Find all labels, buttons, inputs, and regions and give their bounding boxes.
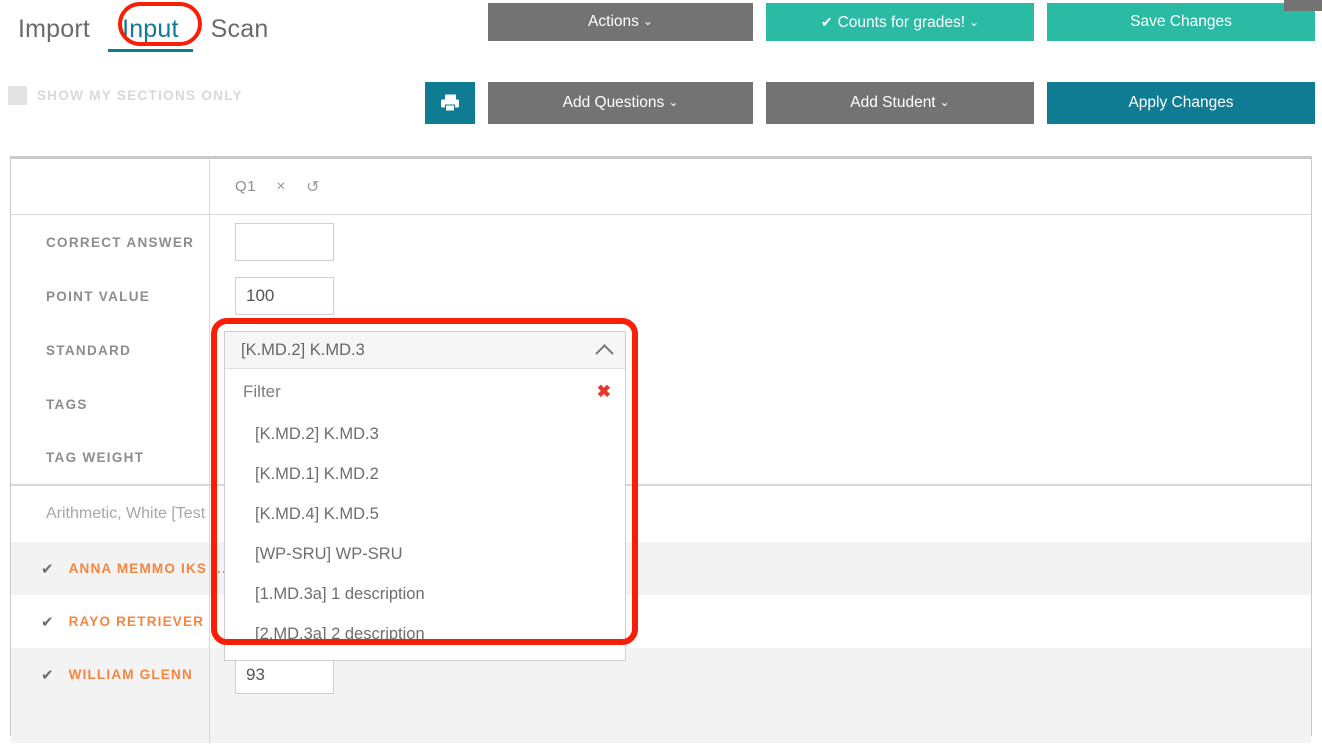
- top-action-buttons: Actions ⌄ ✔ Counts for grades! ⌄ Save Chang…: [488, 3, 1315, 41]
- clear-filter-icon[interactable]: ✖: [597, 382, 611, 402]
- question-column-header: Q1 × ↺: [210, 159, 1311, 214]
- actions-button-label: Actions: [588, 13, 639, 30]
- secondary-toolbar: SHOW MY SECTIONS ONLY Add Questions ⌄ Add…: [0, 58, 1322, 140]
- grid-header-label-cell: [11, 159, 210, 214]
- dropdown-option[interactable]: [1.MD.3a] 1 description: [225, 574, 625, 614]
- show-my-sections-only-label: SHOW MY SECTIONS ONLY: [37, 88, 243, 103]
- table-row[interactable]: ✔ ANNA MEMMO IKS ...: [11, 542, 1311, 595]
- filter-input[interactable]: [241, 380, 587, 403]
- correct-answer-label-cell: CORRECT ANSWER: [11, 215, 210, 269]
- row-point-value: POINT VALUE: [11, 269, 1311, 323]
- student-name-cell: ✔ ANNA MEMMO IKS ...: [11, 542, 226, 595]
- standard-dropdown-options: [K.MD.2] K.MD.3 [K.MD.1] K.MD.2 [K.MD.4]…: [225, 414, 625, 660]
- section-row: Arithmetic, White [Test Section: [11, 485, 1311, 542]
- grid-footer-value-cell: [210, 701, 1311, 743]
- checkbox-icon[interactable]: [8, 86, 27, 105]
- chevron-up-icon[interactable]: [595, 343, 614, 363]
- add-questions-button[interactable]: Add Questions ⌄: [488, 82, 753, 124]
- tags-label-cell: TAGS: [11, 377, 210, 431]
- point-value-value-cell: [210, 269, 1311, 323]
- top-navigation-bar: Import Input Scan Actions ⌄ ✔ Counts for g…: [0, 0, 1322, 68]
- check-icon: ✔: [820, 14, 833, 30]
- student-name-cell: ✔ RAYO RETRIEVER: [11, 595, 210, 648]
- section-label-cell: Arithmetic, White [Test Section: [11, 486, 210, 542]
- correct-answer-input[interactable]: [235, 223, 334, 261]
- grid-footer-spacer: [11, 701, 1311, 743]
- row-tag-weight: TAG WEIGHT: [11, 431, 1311, 485]
- show-my-sections-only-toggle[interactable]: SHOW MY SECTIONS ONLY: [8, 86, 243, 105]
- point-value-label: POINT VALUE: [46, 288, 151, 304]
- add-student-button[interactable]: Add Student ⌄: [766, 82, 1034, 124]
- check-icon: ✔: [41, 613, 54, 631]
- undo-icon[interactable]: ↺: [306, 177, 320, 197]
- chevron-down-icon: ⌄: [642, 14, 653, 28]
- standard-dropdown: [K.MD.2] K.MD.3 ✖ [K.MD.2] K.MD.3 [K.MD.…: [224, 331, 626, 661]
- student-score-input[interactable]: [235, 655, 334, 694]
- row-correct-answer: CORRECT ANSWER: [11, 215, 1311, 269]
- apply-changes-button[interactable]: Apply Changes: [1047, 82, 1315, 124]
- dropdown-option[interactable]: [K.MD.1] K.MD.2: [225, 454, 625, 494]
- standard-dropdown-selected-value: [K.MD.2] K.MD.3: [241, 340, 365, 359]
- dropdown-option[interactable]: [K.MD.4] K.MD.5: [225, 494, 625, 534]
- question-grid: Q1 × ↺ CORRECT ANSWER POINT VALUE STANDA…: [10, 156, 1312, 743]
- correct-answer-label: CORRECT ANSWER: [46, 234, 195, 250]
- dropdown-option[interactable]: [WP-SRU] WP-SRU: [225, 534, 625, 574]
- grid-header-row: Q1 × ↺: [11, 159, 1311, 215]
- dropdown-option[interactable]: [2.MD.3a] 2 description: [225, 614, 625, 654]
- grid-footer-label-cell: [11, 701, 210, 743]
- toolbar-action-buttons: Add Questions ⌄ Add Student ⌄ Apply Change…: [425, 82, 1315, 124]
- dropdown-option[interactable]: [K.MD.2] K.MD.3: [225, 414, 625, 454]
- standard-dropdown-filter-row: ✖: [225, 369, 625, 414]
- chevron-down-icon: ⌄: [969, 15, 980, 29]
- table-row[interactable]: ✔ WILLIAM GLENN: [11, 648, 1311, 701]
- tag-weight-label: TAG WEIGHT: [46, 450, 145, 465]
- student-name[interactable]: RAYO RETRIEVER: [69, 614, 205, 629]
- print-button[interactable]: [425, 82, 475, 124]
- point-value-label-cell: POINT VALUE: [11, 269, 210, 323]
- delete-question-icon[interactable]: ×: [276, 178, 286, 196]
- question-label: Q1: [235, 178, 257, 195]
- counts-for-grades-button[interactable]: ✔ Counts for grades! ⌄: [766, 3, 1034, 41]
- row-tags: TAGS: [11, 377, 1311, 431]
- check-icon: ✔: [41, 666, 54, 684]
- chevron-down-icon: ⌄: [668, 95, 679, 109]
- row-standard: STANDARD: [11, 323, 1311, 377]
- tags-label: TAGS: [46, 396, 88, 412]
- tab-input[interactable]: Input: [108, 8, 193, 52]
- tab-import[interactable]: Import: [4, 0, 104, 58]
- counts-for-grades-label: Counts for grades!: [837, 14, 966, 31]
- section-name: Arithmetic, White [Test Section: [46, 505, 209, 522]
- correct-answer-value-cell: [210, 215, 1311, 269]
- point-value-input[interactable]: [235, 277, 334, 315]
- table-row[interactable]: ✔ RAYO RETRIEVER: [11, 595, 1311, 648]
- student-name[interactable]: WILLIAM GLENN: [69, 667, 193, 682]
- tab-list: Import Input Scan: [0, 0, 282, 58]
- standard-label-cell: STANDARD: [11, 323, 210, 377]
- save-changes-button[interactable]: Save Changes: [1047, 3, 1315, 41]
- actions-button[interactable]: Actions ⌄: [488, 3, 753, 41]
- student-name-cell: ✔ WILLIAM GLENN: [11, 648, 210, 701]
- check-icon: ✔: [41, 560, 54, 578]
- tab-scan[interactable]: Scan: [197, 0, 283, 58]
- add-student-label: Add Student: [850, 94, 936, 111]
- chevron-down-icon: ⌄: [939, 95, 950, 109]
- student-name[interactable]: ANNA MEMMO IKS ...: [69, 561, 227, 576]
- tag-weight-label-cell: TAG WEIGHT: [11, 431, 210, 484]
- standard-label: STANDARD: [46, 342, 132, 358]
- printer-icon: [441, 94, 459, 112]
- scrollbar-thumb[interactable]: [1284, 0, 1322, 11]
- standard-dropdown-toggle[interactable]: [K.MD.2] K.MD.3: [225, 332, 625, 369]
- add-questions-label: Add Questions: [562, 94, 665, 111]
